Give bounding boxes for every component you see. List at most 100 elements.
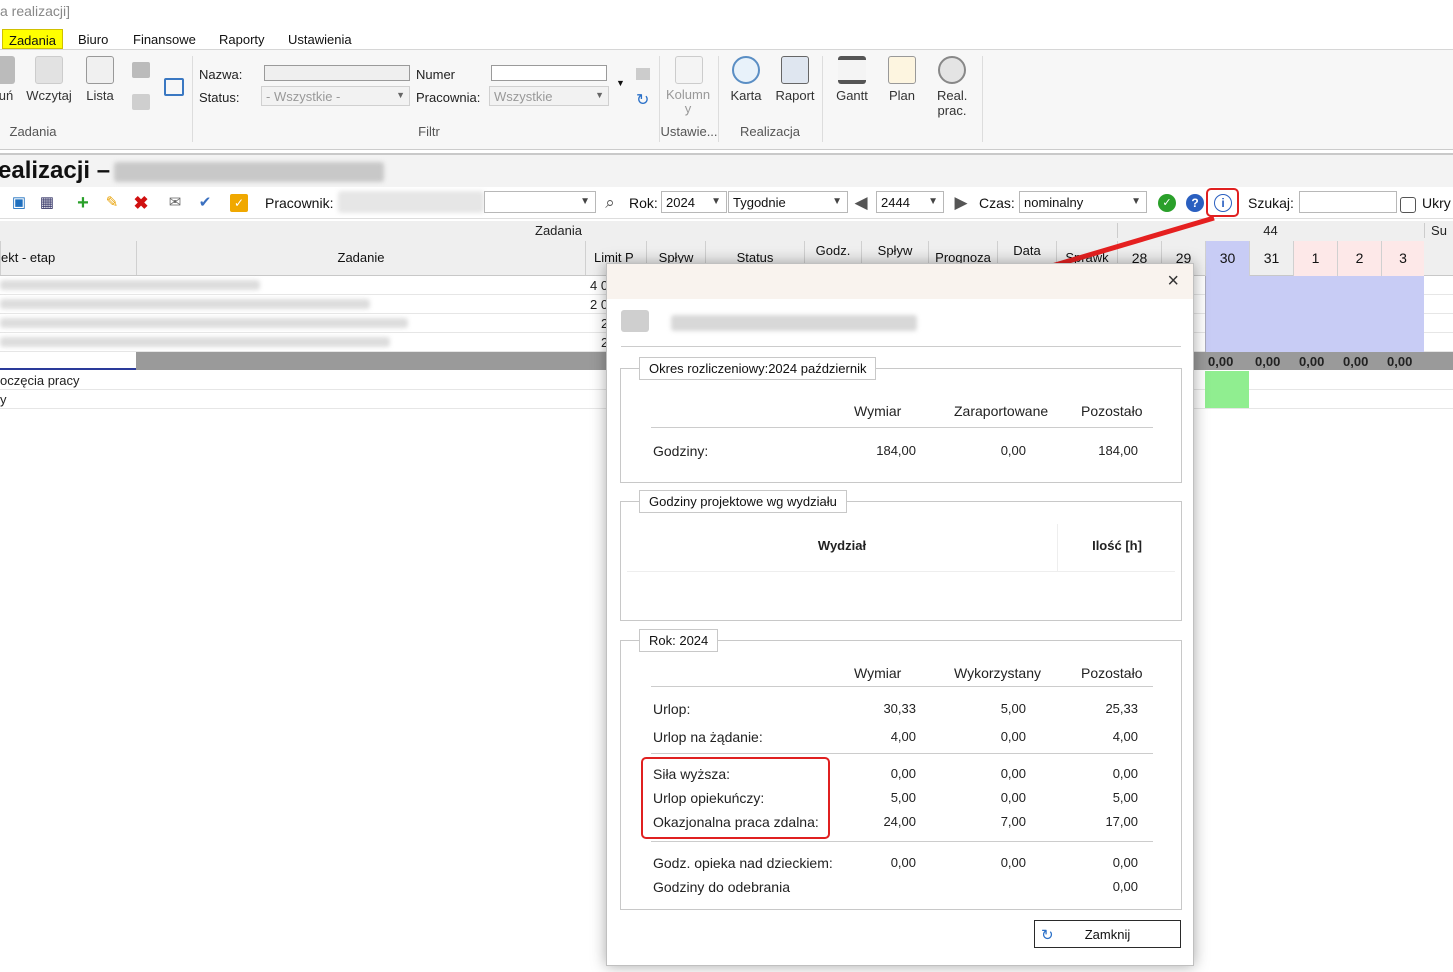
total-value: 0,00 bbox=[1208, 354, 1234, 369]
nazwa-input[interactable] bbox=[264, 65, 410, 81]
col-wymiar: Wymiar bbox=[854, 665, 902, 681]
raport-button[interactable]: Raport bbox=[774, 56, 816, 103]
mail-icon[interactable]: ✉ bbox=[166, 194, 184, 212]
lista-button[interactable]: Lista bbox=[80, 56, 120, 103]
col-zaraportowane: Zaraportowane bbox=[954, 403, 1049, 419]
close-button[interactable]: × bbox=[1167, 270, 1179, 293]
chevron-down-icon: ▼ bbox=[396, 90, 405, 100]
row-label: Godziny: bbox=[653, 443, 709, 459]
section-rok: Rok: 2024 Wymiar Wykorzystany Pozostało … bbox=[620, 629, 1182, 910]
excel-export-icon[interactable]: ▣ bbox=[10, 194, 28, 212]
karta-label: Karta bbox=[730, 88, 762, 103]
delete-icon[interactable]: ✖ bbox=[132, 194, 150, 212]
redacted-text bbox=[0, 299, 370, 309]
value-wymiar: 4,00 bbox=[890, 729, 916, 744]
value-wymiar: 24,00 bbox=[883, 814, 916, 829]
project-icon[interactable] bbox=[164, 78, 184, 96]
value-pozostalo: 5,00 bbox=[1112, 790, 1138, 805]
group-realizacja-label: Realizacja bbox=[740, 124, 800, 139]
plan-label: Plan bbox=[888, 88, 916, 103]
day-31[interactable]: 31 bbox=[1249, 241, 1293, 276]
menu-zadania[interactable]: Zadania bbox=[2, 29, 63, 49]
chevron-down-icon: ▼ bbox=[580, 196, 590, 207]
wczytaj-button[interactable]: Wczytaj bbox=[24, 56, 74, 103]
day-3[interactable]: 3 bbox=[1381, 241, 1424, 276]
dropdown-arrow-icon[interactable]: ▼ bbox=[616, 78, 625, 88]
pracownia-label: Pracownia: bbox=[416, 90, 481, 105]
divider bbox=[651, 686, 1153, 687]
szukaj-input[interactable] bbox=[1299, 191, 1397, 213]
row-label-urlop: Urlop: bbox=[653, 701, 691, 717]
value-pozostalo: 17,00 bbox=[1105, 814, 1138, 829]
excel-icon[interactable] bbox=[132, 94, 150, 110]
plan-button[interactable]: Plan bbox=[882, 56, 922, 103]
print-icon[interactable] bbox=[132, 62, 150, 78]
document-icon bbox=[35, 56, 63, 84]
chevron-down-icon: ▼ bbox=[711, 196, 721, 207]
status-value: - Wszystkie - bbox=[266, 89, 341, 104]
clock-icon bbox=[938, 56, 966, 84]
status-select[interactable]: - Wszystkie - ▼ bbox=[261, 86, 410, 106]
toolbar: ▣ ▦ + ✎ ✖ ✉ ✔ ✓ Pracownik: ▼ ⌕ Rok: 2024… bbox=[0, 187, 1453, 219]
unknown-button-label: uń bbox=[0, 88, 14, 103]
pracownia-select[interactable]: Wszystkie ▼ bbox=[489, 86, 609, 106]
total-value: 0,00 bbox=[1255, 354, 1281, 369]
calendar-check-icon[interactable]: ▦ bbox=[38, 194, 56, 212]
arrow-left-icon[interactable]: ◀ bbox=[852, 194, 870, 212]
chevron-down-icon: ▼ bbox=[928, 196, 938, 207]
pracownik-select[interactable]: ▼ bbox=[484, 191, 596, 213]
kolumny-button[interactable]: Kolumn y bbox=[666, 56, 712, 116]
value-wymiar: 0,00 bbox=[890, 855, 916, 870]
rok-select[interactable]: 2024 ▼ bbox=[661, 191, 727, 213]
nazwa-label: Nazwa: bbox=[199, 67, 243, 82]
search-icon[interactable]: ⌕ bbox=[601, 194, 619, 212]
ukryj-checkbox[interactable] bbox=[1400, 197, 1416, 213]
menu-ustawienia[interactable]: Ustawienia bbox=[282, 29, 358, 49]
separator bbox=[822, 56, 823, 142]
col-zadanie[interactable]: Zadanie bbox=[136, 241, 585, 275]
redacted-text bbox=[0, 318, 408, 328]
week-value: 2444 bbox=[881, 195, 910, 210]
header-wydzial[interactable]: Wydział bbox=[627, 524, 1057, 572]
total-label-cell bbox=[0, 352, 136, 370]
group-zadania-label: Zadania bbox=[9, 124, 57, 139]
divider bbox=[651, 753, 1153, 754]
unknown-button[interactable]: uń bbox=[0, 56, 16, 103]
arrow-icon bbox=[0, 56, 15, 84]
row-label-do-odebrania: Godziny do odebrania bbox=[653, 879, 790, 895]
numer-input[interactable] bbox=[491, 65, 607, 81]
menu-bar: Zadania Biuro Finansowe Raporty Ustawien… bbox=[0, 26, 1453, 50]
header-ilosc[interactable]: Ilość [h] bbox=[1057, 524, 1175, 572]
karta-button[interactable]: Karta bbox=[726, 56, 766, 103]
menu-biuro[interactable]: Biuro bbox=[72, 29, 114, 49]
ukryj-label: Ukry bbox=[1422, 195, 1451, 211]
value-pozostalo: 4,00 bbox=[1112, 729, 1138, 744]
clear-filter-icon[interactable] bbox=[636, 68, 650, 80]
col-wydzial: Wydział bbox=[817, 538, 867, 553]
real-prac-button[interactable]: Real. prac. bbox=[932, 56, 972, 118]
col-projekt[interactable]: ekt - etap bbox=[0, 241, 136, 275]
week-blue-area bbox=[1205, 276, 1424, 352]
zamknij-button[interactable]: ↻ Zamknij bbox=[1034, 920, 1181, 948]
col-ilosc: Ilość [h] bbox=[1092, 538, 1142, 553]
approve-icon[interactable]: ✔ bbox=[196, 194, 214, 212]
add-icon[interactable]: + bbox=[74, 193, 92, 213]
section-wydzial-legend: Godziny projektowe wg wydziału bbox=[639, 490, 847, 513]
week-select[interactable]: 2444 ▼ bbox=[876, 191, 944, 213]
status-label: Status: bbox=[199, 90, 240, 105]
gantt-button[interactable]: Gantt bbox=[832, 56, 872, 103]
menu-raporty[interactable]: Raporty bbox=[213, 29, 271, 49]
checkbox-icon[interactable]: ✓ bbox=[230, 194, 248, 212]
day-2[interactable]: 2 bbox=[1337, 241, 1381, 276]
period-select[interactable]: Tygodnie ▼ bbox=[728, 191, 848, 213]
refresh-icon[interactable]: ↻ bbox=[636, 90, 649, 110]
redacted-text bbox=[0, 280, 260, 290]
menu-finansowe[interactable]: Finansowe bbox=[127, 29, 202, 49]
day-1[interactable]: 1 bbox=[1293, 241, 1337, 276]
value-wymiar: 184,00 bbox=[876, 443, 916, 458]
edit-icon[interactable]: ✎ bbox=[103, 194, 121, 212]
value-pozostalo: 0,00 bbox=[1112, 855, 1138, 870]
value-wykorzystany: 5,00 bbox=[1000, 701, 1026, 716]
columns-icon bbox=[675, 56, 703, 84]
value-wymiar: 0,00 bbox=[890, 766, 916, 781]
